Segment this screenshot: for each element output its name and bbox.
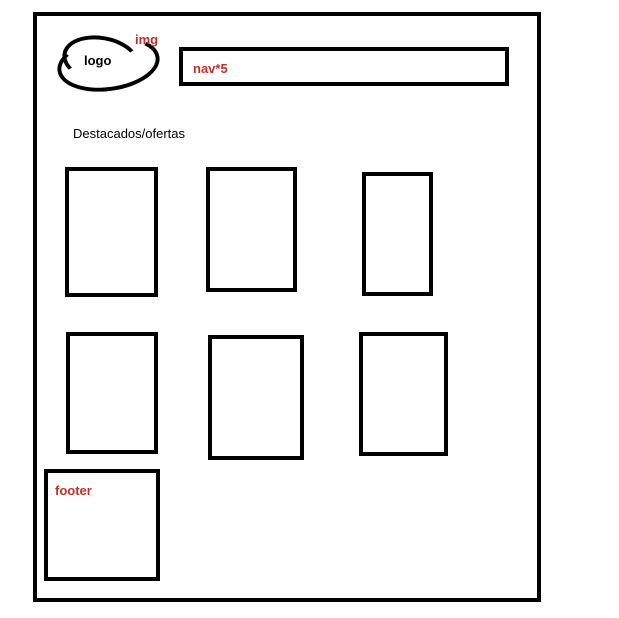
footer-annotation: footer: [55, 483, 92, 498]
section-title: Destacados/ofertas: [73, 126, 186, 141]
logo-label: logo: [84, 53, 112, 68]
card-row2-col3: [359, 332, 448, 456]
nav-bar: [179, 47, 509, 86]
card-row1-col3: [362, 172, 433, 296]
card-row1-col1: [65, 167, 158, 297]
card-row2-col2: [208, 335, 304, 460]
card-row1-col2: [206, 167, 297, 292]
nav-annotation: nav*5: [193, 61, 228, 76]
card-row2-col1: [66, 332, 158, 454]
img-annotation: img: [135, 32, 159, 47]
